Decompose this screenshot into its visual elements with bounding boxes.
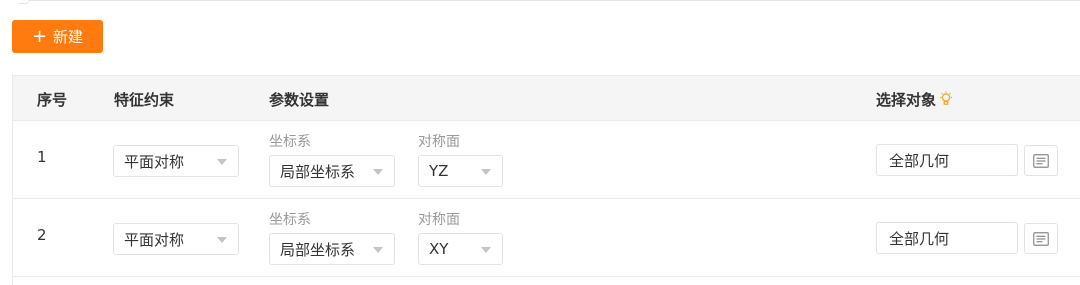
header-target: 选择对象	[876, 89, 953, 111]
tab-divider	[28, 0, 1080, 1]
constraint-table: 序号 特征约束 参数设置 选择对象 1 平面对称 坐标系 局部坐标系 对称面 Y…	[12, 75, 1080, 285]
chevron-down-icon	[481, 247, 491, 253]
chevron-down-icon	[373, 169, 383, 175]
target-value: 全部几何	[889, 151, 950, 170]
select-target-button[interactable]	[1024, 223, 1058, 254]
header-constraint: 特征约束	[114, 91, 175, 109]
chevron-down-icon	[481, 169, 491, 175]
plane-value: YZ	[429, 162, 449, 180]
table-row: 2 平面对称 坐标系 局部坐标系 对称面 XY 全部几何	[13, 199, 1080, 277]
list-icon	[1033, 153, 1049, 168]
header-params: 参数设置	[269, 91, 330, 109]
constraint-value: 平面对称	[124, 230, 185, 249]
coord-label: 坐标系	[269, 212, 311, 228]
coord-select[interactable]: 局部坐标系	[269, 155, 395, 187]
coord-value: 局部坐标系	[280, 162, 356, 181]
chevron-down-icon	[373, 247, 383, 253]
table-row: 1 平面对称 坐标系 局部坐标系 对称面 YZ 全部几何	[13, 121, 1080, 199]
constraint-value: 平面对称	[124, 152, 185, 171]
row-index: 2	[37, 226, 47, 244]
lightbulb-icon[interactable]	[939, 91, 953, 111]
table-header: 序号 特征约束 参数设置 选择对象	[13, 75, 1080, 121]
plane-select[interactable]: YZ	[418, 155, 503, 187]
tab-bar-edge	[0, 0, 1080, 4]
new-button[interactable]: + 新建	[12, 20, 103, 53]
constraint-select[interactable]: 平面对称	[113, 223, 239, 255]
header-index: 序号	[37, 91, 68, 109]
chevron-down-icon	[217, 237, 227, 243]
coord-select[interactable]: 局部坐标系	[269, 233, 395, 265]
plane-select[interactable]: XY	[418, 233, 503, 265]
coord-value: 局部坐标系	[280, 240, 356, 259]
plane-label: 对称面	[418, 212, 460, 228]
header-target-label: 选择对象	[876, 91, 937, 109]
target-input[interactable]: 全部几何	[876, 144, 1018, 176]
chevron-down-icon	[217, 159, 227, 165]
plus-icon: +	[31, 25, 48, 47]
row-index: 1	[37, 148, 47, 166]
target-value: 全部几何	[889, 229, 950, 248]
list-icon	[1033, 231, 1049, 246]
target-input[interactable]: 全部几何	[876, 222, 1018, 254]
constraint-select[interactable]: 平面对称	[113, 145, 239, 177]
plane-label: 对称面	[418, 134, 460, 150]
coord-label: 坐标系	[269, 134, 311, 150]
plane-value: XY	[429, 240, 449, 258]
new-button-label: 新建	[53, 28, 84, 46]
select-target-button[interactable]	[1024, 145, 1058, 176]
